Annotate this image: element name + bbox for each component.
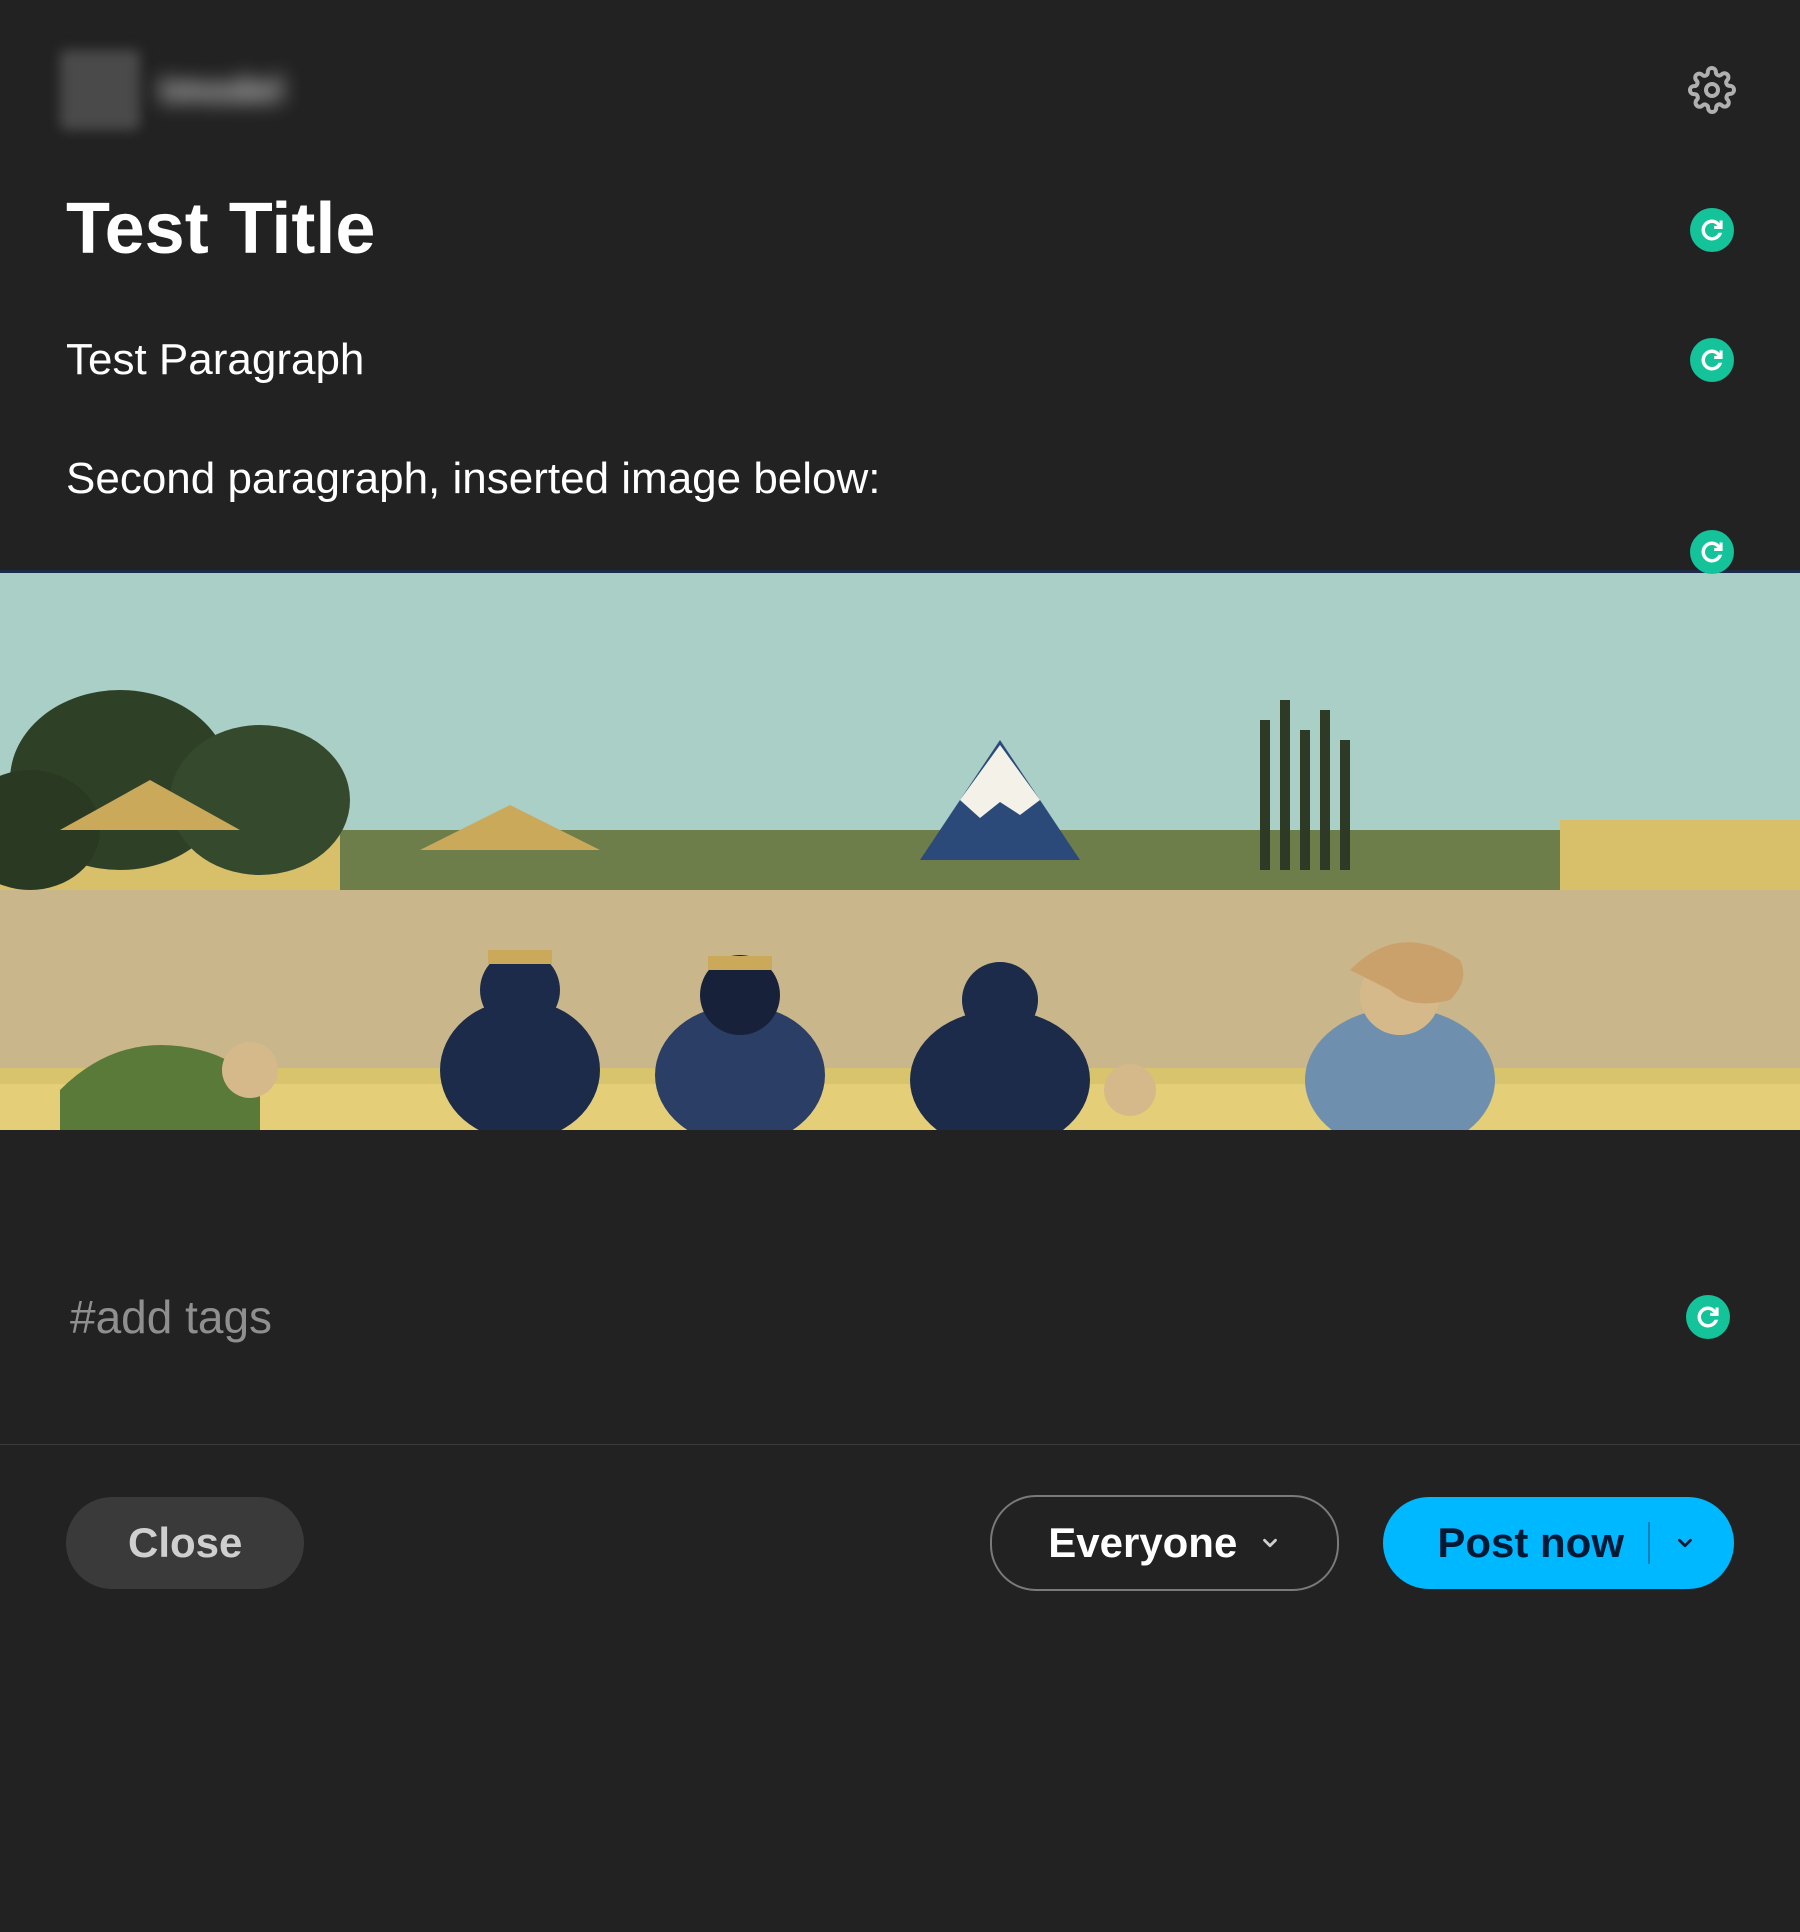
audience-selector[interactable]: Everyone (990, 1495, 1339, 1591)
footer-right-group: Everyone Post now (990, 1495, 1734, 1591)
post-title[interactable]: Test Title (66, 190, 375, 269)
gear-icon (1688, 66, 1736, 114)
post-paragraph-1[interactable]: Test Paragraph (66, 331, 364, 388)
post-now-button[interactable]: Post now (1383, 1497, 1734, 1589)
tags-input[interactable]: #add tags (70, 1290, 272, 1344)
grammarly-g-icon (1698, 346, 1726, 374)
composer-footer: Close Everyone Post now (0, 1445, 1800, 1641)
audience-label: Everyone (1048, 1519, 1237, 1567)
inserted-image[interactable] (0, 570, 1800, 1130)
post-label: Post now (1437, 1519, 1624, 1567)
chevron-down-icon[interactable] (1674, 1532, 1696, 1554)
grammarly-g-icon (1698, 538, 1726, 566)
blog-identity[interactable]: tmodel (60, 50, 284, 130)
chevron-down-icon (1259, 1532, 1281, 1554)
post-paragraph-2[interactable]: Second paragraph, inserted image below: (66, 450, 1734, 507)
settings-button[interactable] (1684, 62, 1740, 118)
ukiyo-e-illustration (0, 570, 1800, 1130)
grammarly-badge[interactable] (1686, 1295, 1730, 1339)
close-button[interactable]: Close (66, 1497, 304, 1589)
paragraph-row-1: Test Paragraph (66, 331, 1734, 388)
grammarly-badge[interactable] (1690, 208, 1734, 252)
username-label: tmodel (160, 69, 284, 111)
tags-row: #add tags (0, 1250, 1800, 1384)
post-button-separator (1648, 1522, 1650, 1564)
grammarly-g-icon (1698, 216, 1726, 244)
title-row: Test Title (66, 190, 1734, 269)
grammarly-badge[interactable] (1690, 338, 1734, 382)
grammarly-badge[interactable] (1690, 530, 1734, 574)
grammarly-g-icon (1694, 1303, 1722, 1331)
composer-body: Test Title Test Paragraph Second paragra… (0, 150, 1800, 508)
composer-header: tmodel (0, 0, 1800, 150)
avatar (60, 50, 140, 130)
paragraph-row-2: Second paragraph, inserted image below: (66, 450, 1734, 507)
